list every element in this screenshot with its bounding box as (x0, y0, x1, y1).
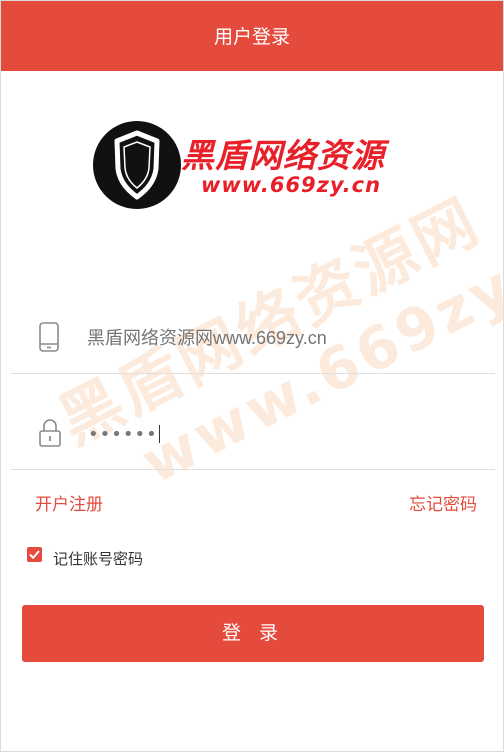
brand-logo: 黑盾网络资源 www.669zy.cn (93, 121, 423, 213)
check-icon (29, 550, 40, 560)
password-field-row: •••••• (11, 399, 495, 470)
lock-icon (37, 417, 63, 453)
register-link[interactable]: 开户注册 (35, 490, 103, 515)
logo-emblem (93, 121, 181, 209)
phone-icon (37, 321, 61, 357)
shield-icon (114, 130, 160, 200)
page-header: 用户登录 (1, 1, 503, 71)
login-button[interactable]: 登 录 (22, 605, 484, 662)
text-caret (158, 425, 160, 443)
logo-title: 黑盾网络资源 (181, 136, 385, 175)
page-title: 用户登录 (213, 26, 290, 48)
login-page: 用户登录 黑盾网络资源 www.669zy.cn 黑盾网络资源网 www.669… (0, 0, 504, 752)
remember-label: 记住账号密码 (53, 550, 144, 568)
password-input[interactable]: •••••• (88, 424, 160, 445)
login-button-label: 登 录 (221, 622, 285, 644)
remember-checkbox[interactable] (27, 547, 42, 562)
password-value: •••••• (88, 424, 158, 445)
phone-field-row (11, 303, 495, 374)
account-input[interactable] (87, 325, 477, 351)
forgot-password-link[interactable]: 忘记密码 (409, 490, 477, 515)
logo-url: www.669zy.cn (201, 173, 382, 197)
